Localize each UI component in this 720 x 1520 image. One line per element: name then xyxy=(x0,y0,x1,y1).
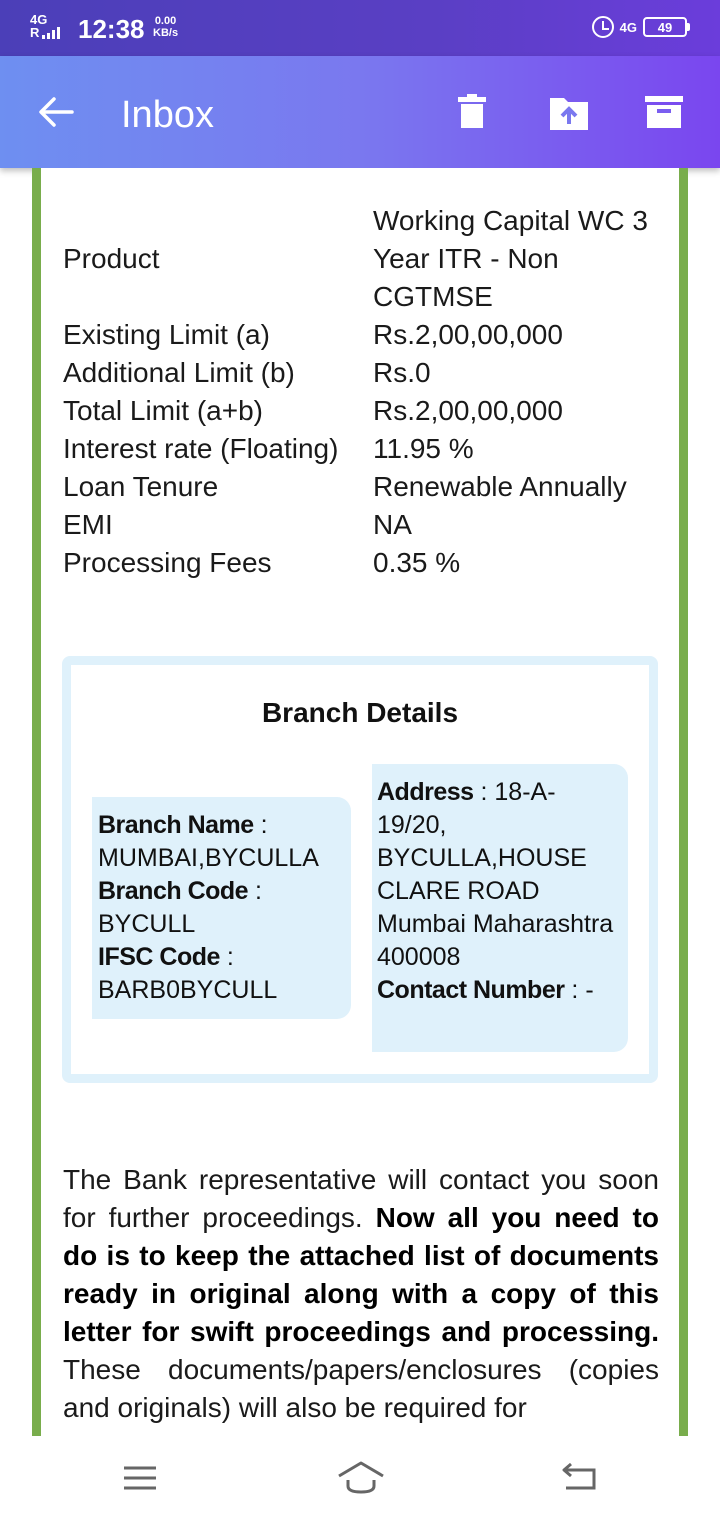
speed-unit: KB/s xyxy=(153,27,179,39)
delete-icon[interactable] xyxy=(452,94,492,132)
detail-value: Working Capital WC 3 Year ITR - Non CGTM… xyxy=(373,205,648,312)
message-text-continued: These documents/papers/enclosures (copie… xyxy=(63,1354,659,1423)
table-row: Product Working Capital WC 3 Year ITR - N… xyxy=(63,202,663,316)
email-body[interactable]: Product Working Capital WC 3 Year ITR - N… xyxy=(32,168,688,1436)
clock: 12:38 xyxy=(78,14,145,44)
branch-code-value: BYCULL xyxy=(98,910,196,938)
detail-label: Additional Limit (b) xyxy=(63,357,295,388)
branch-name-label: Branch Name xyxy=(98,811,254,839)
detail-label: Total Limit (a+b) xyxy=(63,395,263,426)
signal-icon xyxy=(42,27,61,39)
detail-value: Renewable Annually xyxy=(373,471,627,502)
detail-label: Interest rate (Floating) xyxy=(63,433,339,464)
table-row: Existing Limit (a) Rs.2,00,00,000 xyxy=(63,316,663,354)
detail-label: Existing Limit (a) xyxy=(63,319,270,350)
table-row: Loan Tenure Renewable Annually xyxy=(63,468,663,506)
branch-details-card: Branch Details Branch Name : MUMBAI,BYCU… xyxy=(62,656,658,1083)
signal-indicator: 4G R xyxy=(30,13,61,40)
contact-number-label: Contact Number xyxy=(377,976,565,1004)
table-row: Total Limit (a+b) Rs.2,00,00,000 xyxy=(63,392,663,430)
back-arrow-icon[interactable] xyxy=(38,96,74,128)
branch-name-value: MUMBAI,BYCULLA xyxy=(98,844,319,872)
detail-label: Processing Fees xyxy=(63,547,272,578)
detail-label: Product xyxy=(63,243,160,274)
branch-address-box: Address : 18-A-19/20, BYCULLA,HOUSE CLAR… xyxy=(372,764,628,1052)
table-row: EMI NA xyxy=(63,506,663,544)
detail-value: NA xyxy=(373,509,412,540)
battery-level: 49 xyxy=(657,19,673,35)
network-type-right: 4G xyxy=(619,19,637,35)
detail-value: 11.95 % xyxy=(373,433,474,464)
loan-details-table: Product Working Capital WC 3 Year ITR - N… xyxy=(63,202,663,582)
page-title: Inbox xyxy=(121,94,214,136)
status-bar: 4G R 12:38 0.00 KB/s 4G 49 xyxy=(0,0,720,56)
ifsc-label: IFSC Code xyxy=(98,943,220,971)
detail-value: Rs.0 xyxy=(373,357,431,388)
table-row: Interest rate (Floating) 11.95 % xyxy=(63,430,663,468)
contact-number-value: - xyxy=(585,976,594,1004)
branch-code-label: Branch Code xyxy=(98,877,249,905)
network-speed: 0.00 KB/s xyxy=(153,15,178,39)
back-icon[interactable] xyxy=(558,1458,598,1498)
detail-label: Loan Tenure xyxy=(63,471,219,502)
navigation-bar xyxy=(0,1436,720,1520)
address-label: Address xyxy=(377,778,474,806)
detail-value: Rs.2,00,00,000 xyxy=(373,395,563,426)
archive-icon[interactable] xyxy=(644,94,684,132)
move-to-folder-icon[interactable] xyxy=(548,94,588,132)
battery-icon: 49 xyxy=(643,17,690,37)
menu-icon[interactable] xyxy=(120,1458,160,1498)
branch-details-title: Branch Details xyxy=(261,697,459,728)
detail-label: EMI xyxy=(63,509,113,540)
table-row: Processing Fees 0.35 % xyxy=(63,544,663,582)
home-icon[interactable] xyxy=(336,1458,386,1498)
roaming-indicator: R xyxy=(30,25,40,40)
app-bar: Inbox xyxy=(0,56,720,168)
branch-info-box: Branch Name : MUMBAI,BYCULLA Branch Code… xyxy=(92,797,351,1019)
table-row: Additional Limit (b) Rs.0 xyxy=(63,354,663,392)
message-paragraph: The Bank representative will contact you… xyxy=(63,1161,659,1427)
detail-value: 0.35 % xyxy=(373,547,461,578)
speed-value: 0.00 xyxy=(154,15,177,27)
detail-value: Rs.2,00,00,000 xyxy=(373,319,563,350)
address-value: 18-A-19/20, BYCULLA,HOUSE CLARE ROAD Mum… xyxy=(377,778,614,971)
ifsc-value: BARB0BYCULL xyxy=(98,976,278,1004)
alarm-icon xyxy=(591,16,614,38)
